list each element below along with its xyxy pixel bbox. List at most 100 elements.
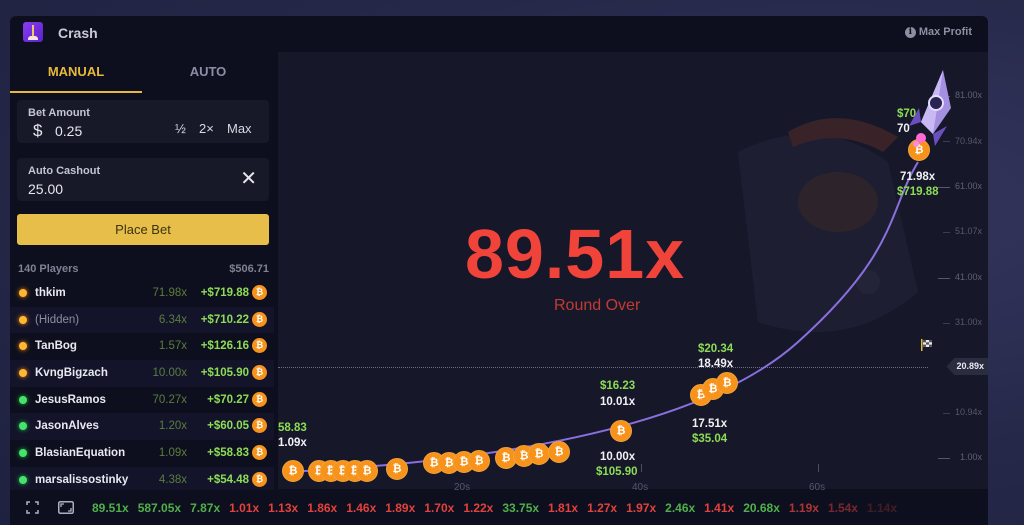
max-bet-button[interactable]: Max	[227, 121, 252, 136]
history-multiplier[interactable]: 1.54x	[828, 501, 858, 515]
close-icon[interactable]: ✕	[240, 169, 257, 189]
players-list: thkim 71.98x +$719.88 ₿ (Hidden) 6.34x +$710.…	[10, 280, 274, 494]
history-multiplier[interactable]: 7.87x	[190, 501, 220, 515]
bet-mode-tabs: MANUAL AUTO	[10, 50, 274, 93]
history-multiplier[interactable]: 1.22x	[463, 501, 493, 515]
status-dot-icon	[19, 449, 27, 458]
cashout-usd-label: $719.88	[897, 186, 939, 198]
cashout-coin-icon: ₿	[468, 450, 490, 472]
history-multiplier[interactable]: 1.19x	[789, 501, 819, 515]
history-multiplier[interactable]: 1.89x	[385, 501, 415, 515]
history-multiplier[interactable]: 1.27x	[587, 501, 617, 515]
half-bet-button[interactable]: ½	[175, 121, 186, 136]
bitcoin-icon: ₿	[252, 471, 267, 487]
player-win: +$719.88	[200, 287, 249, 299]
status-dot-icon	[19, 369, 27, 378]
history-multiplier[interactable]: 1.13x	[268, 501, 298, 515]
history-multiplier[interactable]: 1.70x	[424, 501, 454, 515]
player-win: +$710.22	[200, 313, 249, 326]
player-multiplier: 10.00x	[152, 367, 187, 380]
cashout-usd-label: $20.34	[698, 343, 734, 355]
player-name: JasonAlves	[35, 420, 99, 433]
history-multiplier[interactable]: 1.86x	[307, 501, 337, 515]
player-name: JesusRamos	[35, 393, 106, 406]
player-win: +$60.05	[207, 420, 249, 433]
player-multiplier: 1.57x	[158, 340, 187, 353]
player-row: KvngBigzach 10.00x +$105.90 ₿	[10, 360, 274, 387]
status-dot-icon	[19, 422, 27, 431]
place-bet-button[interactable]: Place Bet	[17, 214, 269, 245]
player-multiplier: 1.09x	[158, 447, 187, 460]
bet-amount-field[interactable]: Bet Amount $ 0.25 ½ 2× Max	[17, 100, 269, 143]
history-multiplier[interactable]: 1.81x	[548, 501, 578, 515]
cashout-mult-label: 17.51x	[692, 418, 728, 430]
cashout-usd-label: 58.83	[278, 422, 307, 434]
history-multiplier[interactable]: 1.46x	[346, 501, 376, 515]
max-profit-label: Max Profit	[918, 26, 972, 38]
cashout-coin-icon: ₿	[716, 372, 738, 394]
player-row: TanBog 1.57x +$126.16 ₿	[10, 333, 274, 360]
history-multiplier[interactable]: 20.68x	[743, 501, 780, 515]
tab-auto[interactable]: AUTO	[142, 50, 274, 93]
player-multiplier: 70.27x	[152, 393, 187, 406]
cashout-coin-icon: ₿	[282, 460, 304, 482]
status-dot-icon	[19, 289, 27, 297]
player-win: +$58.83	[207, 447, 249, 460]
status-dot-icon	[19, 342, 27, 351]
fullscreen-icon[interactable]	[26, 501, 39, 514]
player-count: 140 Players	[18, 263, 79, 275]
cashout-usd-label: $16.23	[600, 380, 636, 392]
bitcoin-icon: ₿	[252, 365, 267, 381]
history-multiplier[interactable]: 1.97x	[626, 501, 656, 515]
auto-cashout-input[interactable]: 25.00	[28, 181, 63, 197]
game-title: Crash	[58, 25, 98, 41]
bitcoin-icon: ₿	[252, 418, 267, 434]
player-win: +$70.27	[207, 393, 249, 406]
history-multiplier[interactable]: 2.46x	[665, 501, 695, 515]
cashout-mult-label: 1.09x	[278, 437, 307, 449]
bitcoin-icon: ₿	[252, 338, 267, 354]
auto-cashout-label: Auto Cashout	[28, 165, 101, 177]
crash-graph: 89.51x Round Over 81.00x 70.94x 61.00x 5…	[278, 52, 988, 504]
player-multiplier: 71.98x	[152, 287, 187, 299]
player-name: TanBog	[35, 340, 77, 353]
bet-amount-input[interactable]: 0.25	[55, 123, 82, 139]
bitcoin-icon: ₿	[252, 445, 267, 461]
cashout-coin-icon: ₿	[548, 441, 570, 463]
history-multiplier[interactable]: 1.14x	[867, 501, 897, 515]
player-name: marsalissostinky	[35, 473, 129, 486]
multiplier-curve	[287, 161, 919, 473]
player-row: BlasianEquation 1.09x +$58.83 ₿	[10, 440, 274, 467]
player-win: +$54.48	[207, 473, 249, 486]
auto-cashout-field[interactable]: Auto Cashout 25.00 ✕	[17, 158, 269, 201]
max-profit-button[interactable]: i Max Profit	[904, 26, 972, 38]
bet-sidebar: MANUAL AUTO Bet Amount $ 0.25 ½ 2× Max A…	[10, 50, 274, 494]
info-icon: i	[904, 26, 916, 38]
player-multiplier: 6.34x	[158, 313, 187, 326]
history-multiplier[interactable]: 587.05x	[138, 501, 181, 515]
player-multiplier: 4.38x	[158, 473, 187, 486]
cashout-coin-icon: ₿	[528, 443, 550, 465]
player-win: +$105.90	[200, 367, 249, 380]
bet-amount-label: Bet Amount	[28, 107, 90, 119]
dollar-icon: $	[33, 121, 43, 140]
cashout-coin-icon: ₿	[610, 420, 632, 442]
players-total: $506.71	[229, 263, 269, 275]
tab-manual[interactable]: MANUAL	[10, 50, 142, 93]
bitcoin-icon: ₿	[252, 391, 267, 407]
history-multiplier[interactable]: 33.75x	[502, 501, 539, 515]
player-name: BlasianEquation	[35, 447, 126, 460]
bitcoin-icon: ₿	[252, 285, 267, 300]
player-row: (Hidden) 6.34x +$710.22 ₿	[10, 306, 274, 334]
cashout-usd-label: $105.90	[596, 466, 638, 478]
double-bet-button[interactable]: 2×	[199, 121, 214, 136]
player-name: thkim	[35, 287, 66, 299]
status-dot-icon	[19, 395, 27, 404]
history-multiplier[interactable]: 1.41x	[704, 501, 734, 515]
player-name: KvngBigzach	[35, 367, 108, 380]
history-multiplier[interactable]: 89.51x	[92, 501, 129, 515]
history-multiplier[interactable]: 1.01x	[229, 501, 259, 515]
cashout-mult-label: 18.49x	[698, 358, 734, 370]
player-name: (Hidden)	[35, 313, 80, 326]
theatre-mode-icon[interactable]	[58, 501, 74, 514]
